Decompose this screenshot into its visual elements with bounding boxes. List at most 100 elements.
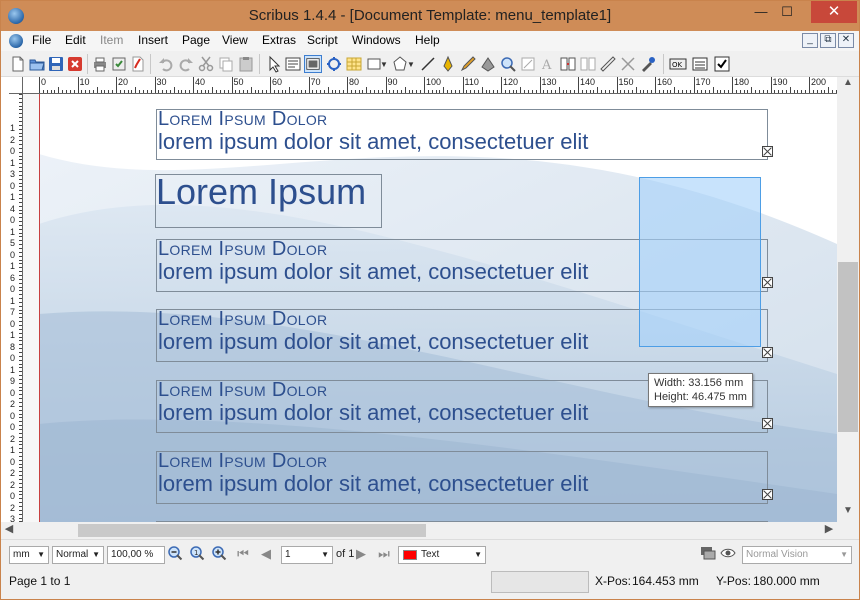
redo-icon[interactable] bbox=[177, 55, 195, 73]
mdi-minimize-button[interactable]: _ bbox=[802, 33, 818, 48]
text-overflow-marker[interactable] bbox=[762, 347, 773, 358]
line-icon[interactable] bbox=[419, 55, 437, 73]
table-icon[interactable] bbox=[345, 55, 363, 73]
ruler-corner[interactable] bbox=[9, 77, 23, 94]
ruler-minor-tick bbox=[635, 87, 637, 93]
save-icon[interactable] bbox=[47, 55, 65, 73]
unlink-frames-icon[interactable] bbox=[579, 55, 597, 73]
ruler-major-tick bbox=[193, 77, 194, 93]
eye-icon[interactable] bbox=[720, 545, 736, 561]
undo-icon[interactable] bbox=[157, 55, 175, 73]
new-frame-selection[interactable] bbox=[639, 177, 761, 347]
scroll-left-icon[interactable]: ◀ bbox=[1, 522, 17, 539]
title-text-frame[interactable]: Lorem Ipsum bbox=[155, 171, 382, 228]
menu-extras[interactable]: Extras bbox=[262, 33, 296, 47]
pdf-text-field-icon[interactable] bbox=[691, 55, 709, 73]
zoom-in-icon[interactable] bbox=[211, 545, 228, 562]
paste-icon[interactable] bbox=[237, 55, 255, 73]
rotate-icon[interactable] bbox=[479, 55, 497, 73]
menu-edit[interactable]: Edit bbox=[65, 33, 86, 47]
vision-select[interactable]: Normal Vision ▼ bbox=[742, 546, 852, 564]
scroll-right-icon[interactable]: ▶ bbox=[821, 522, 837, 539]
vertical-scrollbar[interactable]: ▲ ▼ bbox=[837, 77, 859, 522]
previous-page-icon[interactable]: ◀ bbox=[258, 546, 274, 562]
vertical-ruler[interactable]: 12013014015016017018019020021022023 bbox=[9, 94, 23, 522]
text-overflow-marker[interactable] bbox=[762, 418, 773, 429]
copy-properties-icon[interactable] bbox=[619, 55, 637, 73]
zoom-100-icon[interactable]: 1 bbox=[189, 545, 206, 562]
pdf-checkbox-icon[interactable] bbox=[713, 55, 731, 73]
close-button[interactable]: ✕ bbox=[811, 1, 857, 23]
ruler-label: 0 bbox=[10, 410, 16, 421]
horizontal-scrollbar[interactable]: ◀ ▶ bbox=[1, 522, 837, 539]
document-page[interactable]: Lorem Ipsum Dolor lorem ipsum dolor sit … bbox=[39, 94, 837, 522]
print-icon[interactable] bbox=[91, 55, 109, 73]
mdi-restore-button[interactable]: ⧉ bbox=[820, 33, 836, 48]
menu-item-text-frame[interactable]: Lorem Ipsum Dolor lorem ipsum dolor sit … bbox=[156, 108, 768, 160]
scroll-up-icon[interactable]: ▲ bbox=[837, 77, 859, 93]
text-frame-icon[interactable] bbox=[284, 55, 302, 73]
eyedropper-icon[interactable] bbox=[639, 55, 657, 73]
new-document-icon[interactable] bbox=[9, 55, 27, 73]
render-frame-icon[interactable] bbox=[325, 55, 343, 73]
zoom-icon[interactable] bbox=[499, 55, 517, 73]
text-overflow-marker[interactable] bbox=[762, 489, 773, 500]
ruler-minor-tick bbox=[366, 87, 368, 93]
horizontal-scroll-thumb[interactable] bbox=[78, 524, 426, 537]
preflight-icon[interactable] bbox=[110, 55, 128, 73]
layer-color-select[interactable]: Text ▼ bbox=[398, 546, 486, 564]
maximize-button[interactable]: ☐ bbox=[774, 1, 800, 23]
copy-icon[interactable] bbox=[217, 55, 235, 73]
link-frames-icon[interactable] bbox=[559, 55, 577, 73]
ruler-label: 1 bbox=[10, 123, 16, 133]
menu-page[interactable]: Page bbox=[182, 33, 210, 47]
select-icon[interactable] bbox=[265, 55, 283, 73]
bezier-icon[interactable] bbox=[439, 55, 457, 73]
scroll-down-icon[interactable]: ▼ bbox=[837, 505, 859, 521]
menu-item[interactable]: Item bbox=[100, 33, 123, 47]
mdi-close-button[interactable]: ✕ bbox=[838, 33, 854, 48]
zoom-input[interactable]: 100,00 % bbox=[107, 546, 165, 564]
cut-icon[interactable] bbox=[197, 55, 215, 73]
menu-windows[interactable]: Windows bbox=[352, 33, 401, 47]
edit-text-icon[interactable]: A bbox=[539, 55, 557, 73]
menu-insert[interactable]: Insert bbox=[138, 33, 168, 47]
toolbar-separator bbox=[259, 54, 260, 74]
minimize-button[interactable]: — bbox=[748, 1, 774, 23]
ruler-label: 140 bbox=[580, 77, 596, 87]
vertical-scroll-thumb[interactable] bbox=[838, 262, 858, 432]
open-icon[interactable] bbox=[28, 55, 46, 73]
mode-select[interactable]: Normal ▼ bbox=[52, 546, 104, 564]
text-overflow-marker[interactable] bbox=[762, 277, 773, 288]
menu-view[interactable]: View bbox=[222, 33, 248, 47]
menu-item-description: lorem ipsum dolor sit amet, consectetuer… bbox=[158, 129, 589, 154]
zoom-out-icon[interactable] bbox=[167, 545, 184, 562]
page-select[interactable]: 1 ▼ bbox=[281, 546, 333, 564]
unit-select[interactable]: mm ▼ bbox=[9, 546, 49, 564]
image-frame-icon[interactable] bbox=[304, 55, 322, 73]
ruler-major-tick bbox=[116, 77, 117, 93]
menu-file[interactable]: File bbox=[32, 33, 51, 47]
color-swatch bbox=[403, 550, 417, 560]
menu-script[interactable]: Script bbox=[307, 33, 338, 47]
freehand-icon[interactable] bbox=[459, 55, 477, 73]
pdf-export-icon[interactable] bbox=[129, 55, 147, 73]
last-page-icon[interactable]: ⏭ bbox=[376, 546, 392, 562]
document-system-menu-icon[interactable] bbox=[9, 34, 23, 48]
text-overflow-marker[interactable] bbox=[762, 146, 773, 157]
measure-icon[interactable] bbox=[599, 55, 617, 73]
close-document-icon[interactable] bbox=[66, 55, 84, 73]
pdf-push-button-icon[interactable]: OK bbox=[669, 55, 687, 73]
menu-item-text-frame[interactable]: Lorem Ipsum Dolor lorem ipsum dolor sit … bbox=[156, 450, 768, 504]
document-canvas[interactable]: Lorem Ipsum Dolor lorem ipsum dolor sit … bbox=[23, 94, 837, 522]
ruler-label: 0 bbox=[10, 387, 16, 398]
ruler-label: 0 bbox=[10, 353, 16, 363]
chevron-down-icon: ▼ bbox=[37, 550, 45, 559]
first-page-icon[interactable]: ⏮ bbox=[235, 546, 251, 562]
menu-help[interactable]: Help bbox=[415, 33, 440, 47]
preview-mode-icon[interactable] bbox=[700, 545, 716, 561]
ruler-label: 0 bbox=[10, 491, 16, 501]
horizontal-ruler[interactable]: 0 10 20 30 40 50 60 70 80 90 100 110 120 130 140 150 160… bbox=[23, 77, 837, 94]
next-page-icon[interactable]: ▶ bbox=[353, 546, 369, 562]
edit-contents-icon[interactable] bbox=[519, 55, 537, 73]
